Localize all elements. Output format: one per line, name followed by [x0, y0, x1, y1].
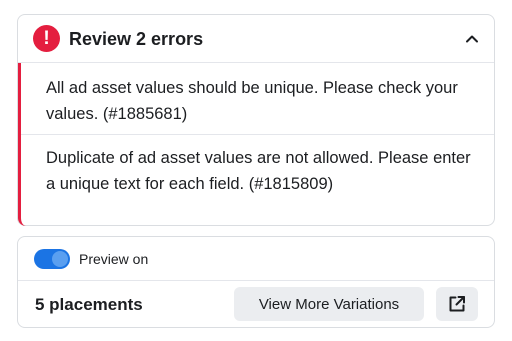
open-external-button[interactable]: [436, 287, 478, 321]
collapse-button[interactable]: [460, 27, 484, 51]
divider: [21, 134, 494, 135]
chevron-up-icon: [466, 35, 478, 43]
error-message: All ad asset values should be unique. Pl…: [46, 79, 458, 123]
errors-title: Review 2 errors: [69, 29, 204, 49]
placements-row: 5 placements View More Variations: [18, 281, 494, 328]
error-message: Duplicate of ad asset values are not all…: [46, 149, 471, 193]
placements-count: 5 placements: [35, 295, 143, 314]
toggle-knob: [52, 251, 68, 267]
view-more-variations-button[interactable]: View More Variations: [234, 287, 424, 321]
preview-toggle[interactable]: [34, 249, 70, 269]
errors-header[interactable]: ! Review 2 errors: [18, 15, 494, 63]
errors-list: All ad asset values should be unique. Pl…: [18, 63, 494, 226]
preview-panel: Preview on 5 placements View More Variat…: [17, 236, 495, 328]
external-link-icon: [449, 296, 465, 312]
preview-label: Preview on: [79, 251, 149, 267]
errors-panel: ! Review 2 errors All ad asset values sh…: [17, 14, 495, 226]
exclamation-icon: !: [33, 25, 60, 52]
preview-row: Preview on: [18, 237, 494, 281]
